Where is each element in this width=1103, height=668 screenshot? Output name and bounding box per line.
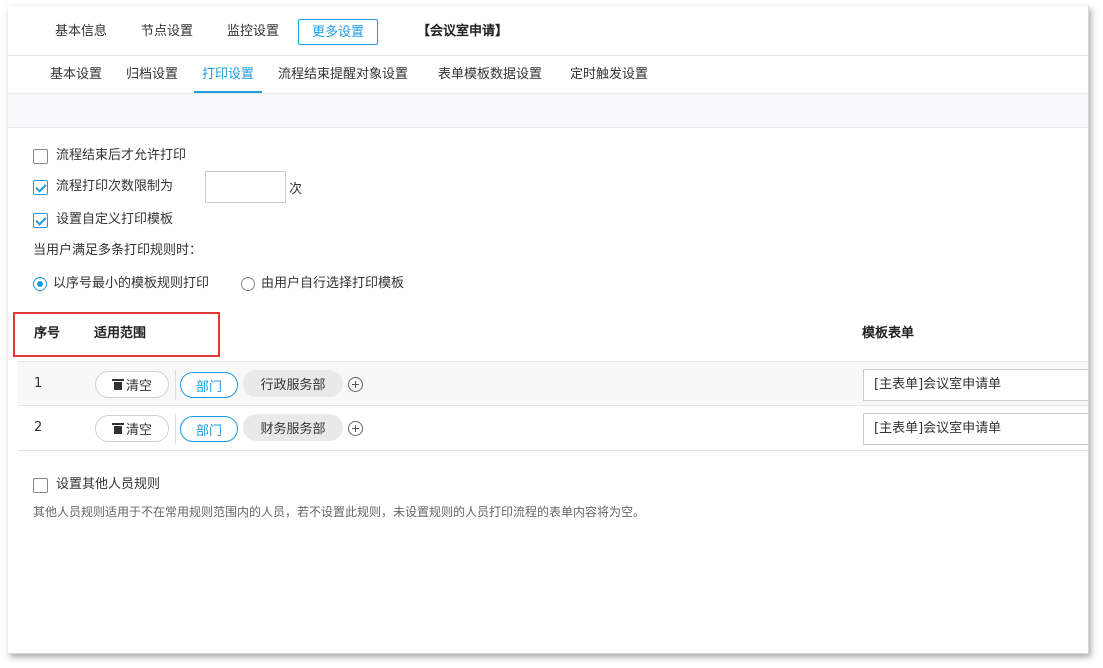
option-custom-template[interactable]: 设置自定义打印模板: [33, 210, 173, 230]
subtab-end-reminder[interactable]: 流程结束提醒对象设置: [270, 56, 416, 93]
clear-label: 清空: [125, 423, 152, 438]
clear-button[interactable]: 清空: [95, 415, 169, 442]
template-select[interactable]: [主表单]会议室申请单: [863, 369, 1088, 401]
option-other-rules[interactable]: 设置其他人员规则: [33, 475, 160, 495]
radio-user-choose-dot[interactable]: [241, 277, 255, 291]
add-circle-icon[interactable]: [348, 377, 363, 392]
window: 基本信息 节点设置 监控设置 更多设置 【会议室申请】 基本设置 归档设置 打印…: [8, 6, 1089, 654]
radio-min-seq-label: 以序号最小的模板规则打印: [53, 276, 210, 291]
limit-times-input[interactable]: [205, 171, 286, 203]
subtab-template-data[interactable]: 表单模板数据设置: [430, 56, 550, 93]
trash-icon: [111, 422, 124, 435]
other-rules-checkbox[interactable]: [33, 477, 48, 493]
dept-name-chip[interactable]: 行政服务部: [243, 370, 343, 397]
form-title: 【会议室申请】: [417, 24, 509, 39]
other-rules-label: 设置其他人员规则: [56, 477, 161, 492]
limit-times-unit: 次: [289, 182, 303, 197]
row-number: 2: [34, 420, 43, 435]
multi-rule-label: 当用户满足多条打印规则时：: [33, 241, 202, 261]
add-circle-icon[interactable]: [348, 421, 363, 436]
subtab-timer-trigger[interactable]: 定时触发设置: [562, 56, 656, 93]
allow-after-end-checkbox[interactable]: [33, 148, 48, 164]
top-tab-bar: 基本信息 节点设置 监控设置 更多设置 【会议室申请】: [8, 6, 1088, 56]
custom-template-label: 设置自定义打印模板: [56, 212, 174, 227]
dept-name-chip[interactable]: 财务服务部: [243, 414, 343, 441]
radio-min-seq[interactable]: 以序号最小的模板规则打印: [33, 274, 209, 294]
radio-user-choose[interactable]: 由用户自行选择打印模板: [241, 274, 404, 294]
multi-rule-text: 当用户满足多条打印规则时：: [33, 243, 203, 258]
tab-monitor-settings[interactable]: 监控设置: [213, 19, 293, 45]
subtab-basic[interactable]: 基本设置: [42, 56, 110, 93]
table-row: 2 清空 部门 财务服务部 [主表单]会议室申请单: [18, 406, 1088, 451]
tab-basic-info[interactable]: 基本信息: [41, 19, 121, 45]
clear-button[interactable]: 清空: [95, 371, 169, 398]
divider: [175, 370, 176, 400]
dept-type-tag[interactable]: 部门: [180, 416, 238, 442]
highlight-annotation: [13, 312, 220, 357]
tab-node-settings[interactable]: 节点设置: [127, 19, 207, 45]
toolbar-band: [8, 94, 1088, 128]
sub-tab-bar: 基本设置 归档设置 打印设置 流程结束提醒对象设置 表单模板数据设置 定时触发设…: [8, 56, 1088, 94]
limit-times-label: 流程打印次数限制为: [56, 179, 174, 194]
tab-more-settings[interactable]: 更多设置: [298, 19, 379, 45]
dept-type-tag[interactable]: 部门: [180, 372, 238, 398]
subtab-archive[interactable]: 归档设置: [118, 56, 186, 93]
allow-after-end-label: 流程结束后才允许打印: [56, 148, 187, 163]
option-allow-after-end[interactable]: 流程结束后才允许打印: [33, 146, 186, 166]
row-number: 1: [34, 376, 43, 391]
header-template: 模板表单: [862, 326, 915, 341]
trash-icon: [111, 378, 124, 391]
clear-label: 清空: [125, 379, 152, 394]
radio-min-seq-dot[interactable]: [33, 277, 47, 291]
template-select[interactable]: [主表单]会议室申请单: [863, 413, 1088, 445]
custom-template-checkbox[interactable]: [33, 212, 48, 228]
divider: [175, 414, 176, 444]
limit-times-checkbox[interactable]: [33, 179, 48, 195]
table-row: 1 清空 部门 行政服务部 [主表单]会议室申请单: [18, 361, 1088, 406]
other-rules-note: 其他人员规则适用于不在常用规则范围内的人员，若不设置此规则，未设置规则的人员打印…: [33, 505, 646, 519]
subtab-print[interactable]: 打印设置: [194, 56, 263, 93]
radio-user-choose-label: 由用户自行选择打印模板: [261, 276, 405, 291]
option-limit-times[interactable]: 流程打印次数限制为: [33, 177, 173, 197]
